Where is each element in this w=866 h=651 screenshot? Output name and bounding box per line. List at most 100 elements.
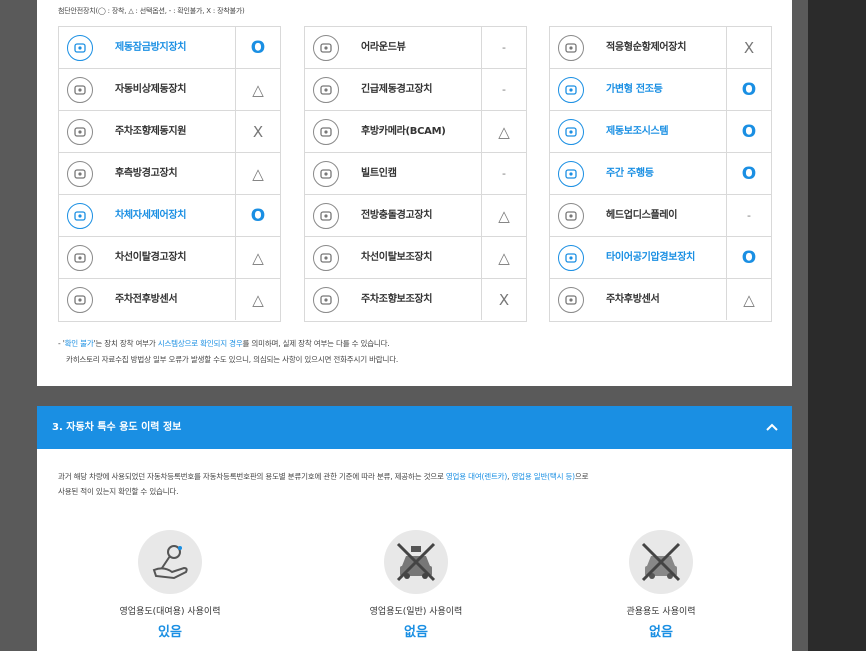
device-row: 헤드업디스플레이 - bbox=[550, 195, 771, 237]
device-status: △ bbox=[235, 69, 280, 110]
usage-value: 없음 bbox=[649, 625, 673, 640]
lane-warning-icon bbox=[67, 245, 93, 271]
desc-text: 과거 해당 차량에 사용되었던 자동차등록번호를 자동차등록번호판의 용도별 분… bbox=[58, 472, 446, 481]
collision-warning-icon bbox=[313, 203, 339, 229]
device-status: O bbox=[235, 27, 280, 68]
usage-label: 영업용도(대여용) 사용이력 bbox=[119, 607, 221, 617]
tire-pressure-icon bbox=[558, 245, 584, 271]
device-row: 어라운드뷰 - bbox=[305, 27, 526, 69]
device-status: O bbox=[726, 69, 771, 110]
device-row: 제동잠금방지장치 O bbox=[59, 27, 280, 69]
chevron-up-icon[interactable] bbox=[764, 420, 780, 436]
device-label: 주차조향제동지원 bbox=[115, 126, 187, 137]
device-status: O bbox=[726, 153, 771, 194]
device-status: △ bbox=[235, 279, 280, 320]
taxi-crossed-icon bbox=[384, 530, 448, 594]
rear-warning-icon bbox=[67, 161, 93, 187]
legend-text: 첨단안전장치(◯ : 장착, △ : 선택옵션, - : 확인불가, X : 장… bbox=[58, 7, 245, 15]
note-mid: '는 장치 장착 여부가 bbox=[93, 339, 158, 348]
device-row: 주차전후방센서 △ bbox=[59, 279, 280, 321]
window-side-panel bbox=[808, 0, 866, 651]
device-status: - bbox=[481, 153, 526, 194]
device-row: 주차조향제동지원 X bbox=[59, 111, 280, 153]
device-status: X bbox=[726, 27, 771, 68]
device-status: △ bbox=[481, 237, 526, 278]
device-label: 전방충돌경고장치 bbox=[361, 210, 433, 221]
lane-assist-icon bbox=[313, 245, 339, 271]
report-page: 첨단안전장치(◯ : 장착, △ : 선택옵션, - : 확인불가, X : 장… bbox=[37, 0, 792, 651]
description-line-1: 과거 해당 차량에 사용되었던 자동차등록번호를 자동차등록번호판의 용도별 분… bbox=[58, 469, 589, 484]
drl-icon bbox=[558, 161, 584, 187]
device-status: - bbox=[481, 27, 526, 68]
device-label: 주차전후방센서 bbox=[115, 294, 178, 305]
device-status: △ bbox=[481, 111, 526, 152]
section-description: 과거 해당 차량에 사용되었던 자동차등록번호를 자동차등록번호판의 용도별 분… bbox=[58, 469, 589, 499]
section-title: 3. 자동차 특수 용도 이력 정보 bbox=[52, 422, 182, 433]
usage-label: 영업용도(일반) 사용이력 bbox=[369, 607, 463, 617]
device-label: 헤드업디스플레이 bbox=[606, 210, 678, 221]
device-status: - bbox=[481, 69, 526, 110]
usage-label: 관용용도 사용이력 bbox=[626, 607, 696, 617]
note-line-1: - '확인 불가'는 장치 장착 여부가 시스템상으로 확인되지 경우를 의미하… bbox=[58, 338, 390, 349]
device-row: 긴급제동경고장치 - bbox=[305, 69, 526, 111]
device-column-1: 제동잠금방지장치 O 자동비상제동장치 △ 주차조향제동지원 X 후측방경고장치 △ 차체자세제… bbox=[58, 26, 281, 322]
device-status: △ bbox=[726, 279, 771, 320]
steering-icon bbox=[67, 119, 93, 145]
section-gap bbox=[37, 386, 792, 406]
device-label: 후측방경고장치 bbox=[115, 168, 178, 179]
device-row: 주차후방센서 △ bbox=[550, 279, 771, 321]
device-label: 가변형 전조등 bbox=[606, 84, 663, 95]
safety-devices-panel: 첨단안전장치(◯ : 장착, △ : 선택옵션, - : 확인불가, X : 장… bbox=[37, 0, 792, 386]
device-label: 주차후방센서 bbox=[606, 294, 660, 305]
abs-icon bbox=[67, 35, 93, 61]
device-label: 제동보조시스템 bbox=[606, 126, 669, 137]
usage-value: 있음 bbox=[158, 625, 182, 640]
device-status: O bbox=[726, 237, 771, 278]
device-label: 긴급제동경고장치 bbox=[361, 84, 433, 95]
brake-warning-icon bbox=[313, 77, 339, 103]
device-row: 차체자세제어장치 O bbox=[59, 195, 280, 237]
device-row: 차선이탈경고장치 △ bbox=[59, 237, 280, 279]
device-row: 주차조향보조장치 X bbox=[305, 279, 526, 321]
device-status: △ bbox=[481, 195, 526, 236]
brake-assist-icon bbox=[558, 119, 584, 145]
device-label: 빌트인캠 bbox=[361, 168, 397, 179]
device-row: 타이어공기압경보장치 O bbox=[550, 237, 771, 279]
adaptive-steering-icon bbox=[558, 35, 584, 61]
note-suffix: 를 의미하며, 실제 장착 여부는 다를 수 있습니다. bbox=[242, 339, 390, 348]
device-status: X bbox=[235, 111, 280, 152]
device-status: O bbox=[235, 195, 280, 236]
device-row: 차선이탈보조장치 △ bbox=[305, 237, 526, 279]
adaptive-headlight-icon bbox=[558, 77, 584, 103]
device-label: 차선이탈경고장치 bbox=[115, 252, 187, 263]
device-status: X bbox=[481, 279, 526, 320]
device-row: 후방카메라(BCAM) △ bbox=[305, 111, 526, 153]
parking-sensor-icon bbox=[67, 287, 93, 313]
built-in-cam-icon bbox=[313, 161, 339, 187]
device-label: 후방카메라(BCAM) bbox=[361, 126, 446, 137]
usage-item-rental: 영업용도(대여용) 사용이력 있음 bbox=[90, 530, 250, 640]
desc-highlight-taxi: 영업용 일반(택시 등) bbox=[511, 472, 575, 481]
device-label: 주간 주행등 bbox=[606, 168, 654, 179]
parking-assist-icon bbox=[313, 287, 339, 313]
note-line-2: 카히스토리 자료수집 방법상 일부 오류가 발생할 수도 있으니, 의심되는 사… bbox=[66, 355, 399, 364]
device-row: 후측방경고장치 △ bbox=[59, 153, 280, 195]
device-row: 주간 주행등 O bbox=[550, 153, 771, 195]
note-highlight-1: 확인 불가 bbox=[64, 339, 94, 348]
rear-sensor-icon bbox=[558, 287, 584, 313]
rental-key-icon bbox=[138, 530, 202, 594]
device-label: 어라운드뷰 bbox=[361, 42, 406, 53]
special-usage-section-header[interactable]: 3. 자동차 특수 용도 이력 정보 bbox=[37, 406, 792, 449]
device-label: 타이어공기압경보장치 bbox=[606, 252, 696, 263]
device-row: 빌트인캠 - bbox=[305, 153, 526, 195]
device-row: 전방충돌경고장치 △ bbox=[305, 195, 526, 237]
note-highlight-2: 시스템상으로 확인되지 경우 bbox=[157, 339, 243, 348]
device-status: O bbox=[726, 111, 771, 152]
usage-value: 없음 bbox=[404, 625, 428, 640]
device-label: 차선이탈보조장치 bbox=[361, 252, 433, 263]
stability-icon bbox=[67, 203, 93, 229]
device-label: 제동잠금방지장치 bbox=[115, 42, 187, 53]
device-label: 자동비상제동장치 bbox=[115, 84, 187, 95]
device-label: 적응형순항제어장치 bbox=[606, 42, 687, 53]
around-view-icon bbox=[313, 35, 339, 61]
